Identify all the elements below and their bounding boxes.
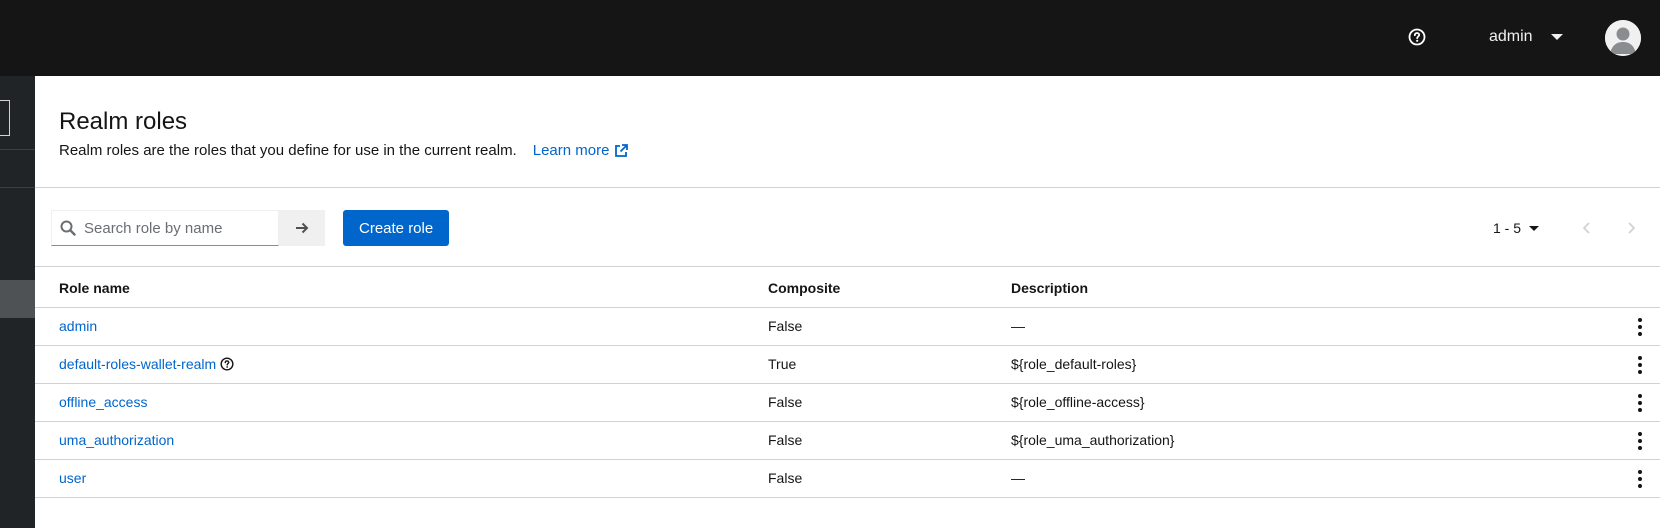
username-label: admin	[1489, 28, 1533, 45]
page-description-text: Realm roles are the roles that you defin…	[59, 142, 517, 159]
description-value: —	[1011, 318, 1025, 334]
role-name-link[interactable]: user	[59, 470, 86, 486]
masthead: admin	[0, 0, 1660, 76]
description-value: ${role_default-roles}	[1011, 356, 1137, 372]
page-header: Realm roles Realm roles are the roles th…	[35, 76, 1660, 188]
search-input[interactable]	[84, 219, 264, 237]
search-icon	[60, 220, 76, 236]
page-description: Realm roles are the roles that you defin…	[59, 142, 629, 159]
table-row: default-roles-wallet-realm True ${role_d…	[35, 346, 1660, 384]
description-value: ${role_uma_authorization}	[1011, 432, 1175, 448]
pagination-toggle[interactable]: 1 - 5	[1493, 216, 1540, 240]
previous-page-button[interactable]	[1577, 218, 1597, 238]
chevron-left-icon	[1582, 222, 1590, 234]
caret-down-icon	[1529, 225, 1540, 231]
column-header-role-name: Role name	[59, 280, 130, 296]
column-header-description: Description	[1011, 280, 1089, 296]
table-row: admin False —	[35, 308, 1660, 346]
avatar-icon[interactable]	[1605, 20, 1641, 56]
create-role-button[interactable]: Create role	[343, 210, 450, 246]
row-actions-kebab-icon[interactable]	[1632, 354, 1648, 376]
column-header-composite: Composite	[768, 280, 841, 296]
role-name: offline_access	[59, 394, 148, 410]
composite-value: False	[768, 470, 803, 486]
role-name: uma_authorization	[59, 432, 175, 448]
user-menu-toggle[interactable]: admin	[1489, 24, 1563, 50]
help-circle-icon[interactable]	[220, 357, 234, 371]
realm-selector[interactable]	[0, 100, 10, 136]
search-box	[51, 210, 279, 246]
sidebar-divider	[0, 149, 35, 150]
composite-value: False	[768, 432, 803, 448]
table-row: offline_access False ${role_offline-acce…	[35, 384, 1660, 422]
composite-value: False	[768, 394, 803, 410]
toolbar: Create role 1 - 5	[35, 189, 1660, 267]
main-content: Realm roles Realm roles are the roles th…	[35, 76, 1660, 528]
row-actions-kebab-icon[interactable]	[1632, 468, 1648, 490]
table-header: Role name Composite Description	[35, 268, 1660, 308]
row-actions-kebab-icon[interactable]	[1632, 392, 1648, 414]
composite-value: True	[768, 356, 797, 372]
table-row: user False —	[35, 460, 1660, 498]
page-title: Realm roles	[59, 108, 188, 135]
table-row: uma_authorization False ${role_uma_autho…	[35, 422, 1660, 460]
search-group	[51, 210, 325, 246]
row-actions-kebab-icon[interactable]	[1632, 430, 1648, 452]
roles-table: Role name Composite Description admin Fa…	[35, 268, 1660, 498]
next-page-button[interactable]	[1621, 218, 1641, 238]
role-name: default-roles-wallet-realm	[59, 356, 217, 372]
role-name-link[interactable]: offline_access	[59, 394, 147, 410]
learn-more-label: Learn more	[532, 142, 610, 159]
learn-more-link[interactable]: Learn more	[533, 142, 630, 159]
search-submit-button[interactable]	[279, 210, 325, 246]
role-name-link[interactable]: uma_authorization	[59, 432, 174, 448]
row-actions-kebab-icon[interactable]	[1632, 316, 1648, 338]
chevron-right-icon	[1628, 222, 1636, 234]
arrow-right-icon	[296, 222, 309, 234]
composite-value: False	[768, 318, 803, 334]
description-value: —	[1011, 470, 1025, 486]
sidebar-item-realm-roles[interactable]	[0, 280, 35, 318]
role-name-link[interactable]: default-roles-wallet-realm	[59, 356, 234, 372]
external-link-icon	[615, 143, 629, 157]
pagination-label: 1 - 5	[1493, 220, 1522, 236]
role-name: user	[59, 470, 87, 486]
sidebar-divider	[0, 187, 35, 188]
sidebar	[0, 76, 35, 528]
description-value: ${role_offline-access}	[1011, 394, 1145, 410]
caret-down-icon	[1550, 34, 1563, 40]
role-name: admin	[59, 318, 98, 334]
role-name-link[interactable]: admin	[59, 318, 97, 334]
help-icon[interactable]	[1406, 26, 1428, 48]
